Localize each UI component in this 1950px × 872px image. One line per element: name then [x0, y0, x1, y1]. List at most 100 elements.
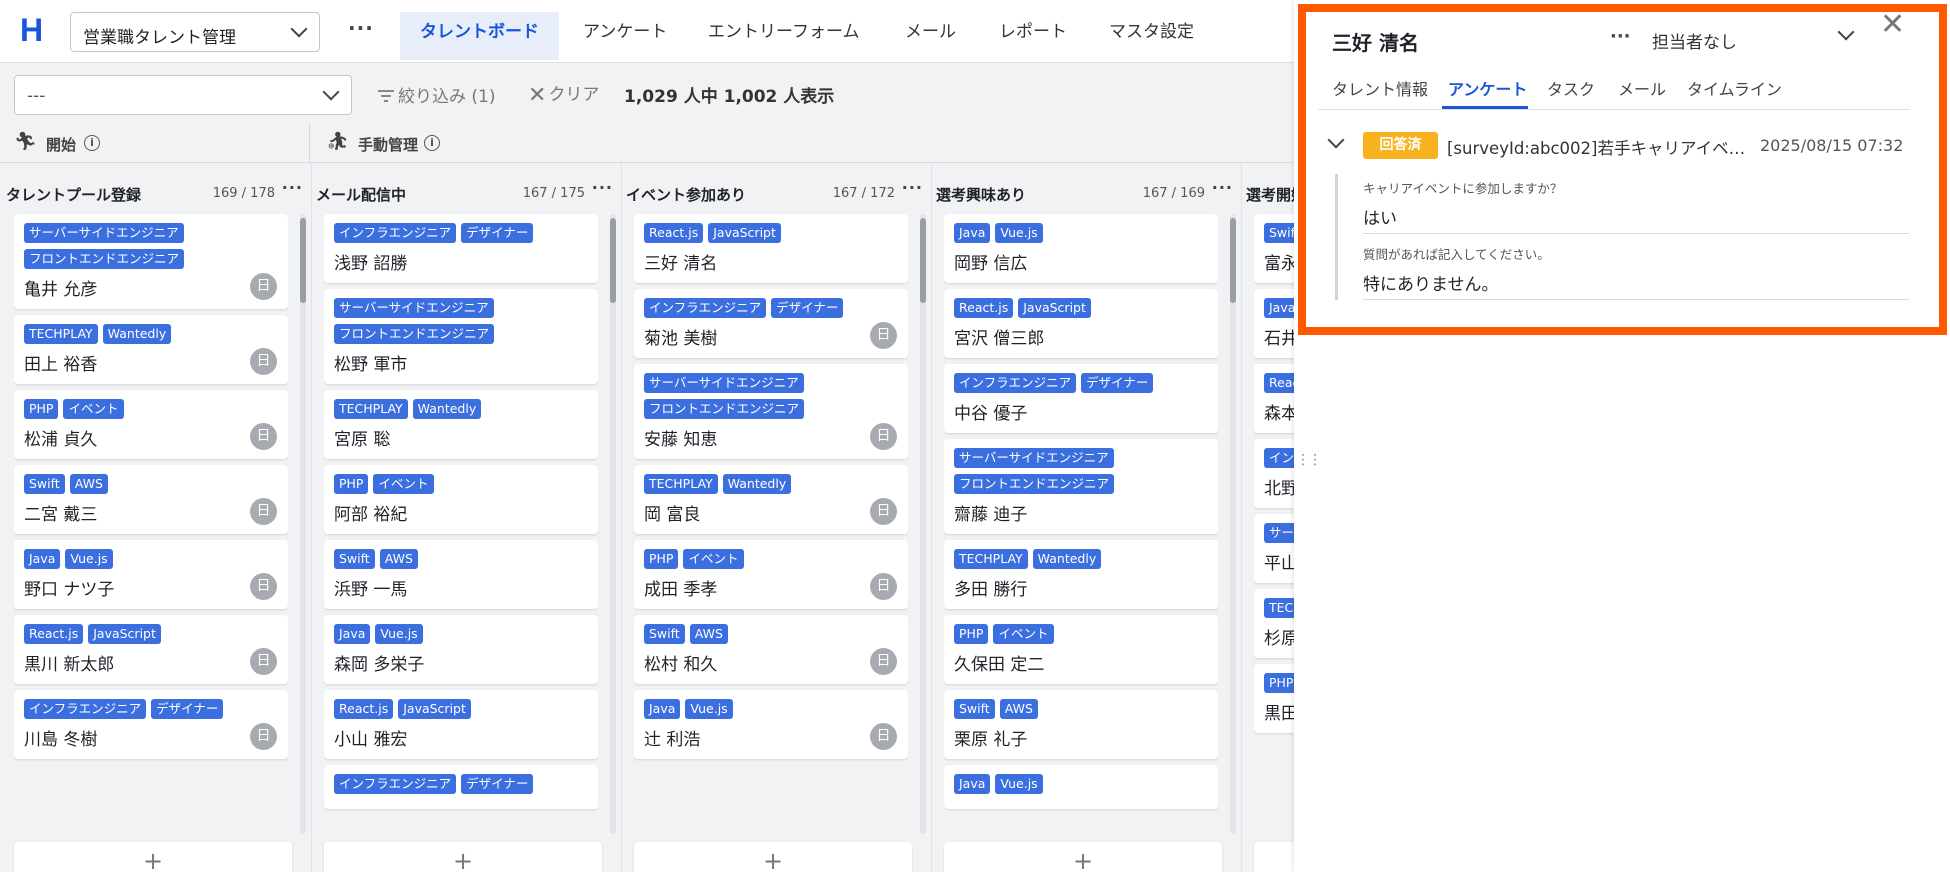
nav-tab-mail[interactable]: メール [885, 12, 976, 62]
info-icon[interactable]: i [424, 135, 440, 151]
tag-list: インフラエンジニア デザイナー [644, 298, 844, 318]
talent-name: 松野 軍市 [334, 355, 408, 375]
column-title: メール配信中 [316, 186, 407, 204]
tag-chip: React.js [24, 624, 84, 644]
talent-card[interactable]: サーバーサイドエンジニア フロントエンドエンジニア 亀井 允彦 日 [14, 214, 288, 309]
talent-card[interactable]: サーバーサイドエンジニア フロントエンドエンジニア 齋藤 迪子 [944, 439, 1218, 534]
board-column: タレントプール登録 169 / 178 ··· サーバーサイドエンジニア フロントエンド… [0, 163, 312, 872]
tag-chip: サーバーサイドエンジニア [644, 373, 804, 393]
talent-card[interactable]: Java Vue.js 野口 ナツ子 日 [14, 540, 288, 609]
talent-card[interactable]: Java Vue.js 岡野 信広 [944, 214, 1218, 283]
talent-card[interactable]: Swift AWS 二宮 戴三 日 [14, 465, 288, 534]
add-card-button[interactable]: + [324, 842, 602, 872]
talent-card[interactable]: PHP イベント 松浦 貞久 日 [14, 390, 288, 459]
tag-list: インフラエンジニア デザイナー [954, 373, 1154, 393]
person-desk-icon: ⛹︎ [326, 131, 349, 152]
talent-card[interactable]: Java Vue.js [944, 765, 1218, 809]
scrollbar-thumb[interactable] [300, 218, 306, 303]
talent-card[interactable]: インフラエンジニア デザイナー [324, 765, 598, 809]
scrollbar-thumb[interactable] [610, 218, 616, 303]
talent-card[interactable]: React.js JavaScript 三好 清名 [634, 214, 908, 283]
close-icon: ✕ [528, 83, 547, 108]
column-more-icon[interactable]: ··· [282, 178, 303, 197]
talent-name: 栗原 礼子 [954, 730, 1028, 750]
tag-chip: デザイナー [1081, 373, 1154, 393]
column-scrollbar[interactable] [610, 214, 616, 834]
talent-card[interactable]: インフラエンジニア デザイナー 川島 冬樹 日 [14, 690, 288, 759]
avatar: 日 [870, 322, 897, 349]
talent-name: 齋藤 迪子 [954, 505, 1028, 525]
talent-card[interactable]: TECHPLAY Wantedly 田上 裕香日 [14, 315, 288, 384]
tag-chip: Vue.js [685, 699, 733, 719]
tag-chip: Vue.js [995, 223, 1043, 243]
column-scrollbar[interactable] [920, 214, 926, 834]
tag-list: PHP イベント [334, 474, 534, 494]
column-more-icon[interactable]: ··· [902, 178, 923, 197]
tag-chip: Vue.js [375, 624, 423, 644]
talent-card[interactable]: Java Vue.js 辻 利浩 日 [634, 690, 908, 759]
talent-card[interactable]: PHP イベント 成田 季孝 日 [634, 540, 908, 609]
talent-name: 安藤 知恵 [644, 430, 718, 450]
column-more-icon[interactable]: ··· [1212, 178, 1233, 197]
filter-button[interactable]: 絞り込み (1) [378, 82, 495, 107]
talent-name: 田上 裕香 [24, 355, 98, 375]
talent-card[interactable]: インフラエンジニア デザイナー 中谷 優子 [944, 364, 1218, 433]
talent-name: 浜野 一馬 [334, 580, 408, 600]
column-more-icon[interactable]: ··· [592, 178, 613, 197]
column-title: イベント参加あり [626, 186, 747, 204]
talent-name: 中谷 優子 [954, 404, 1028, 424]
talent-card[interactable]: Swift AWS 浜野 一馬 [324, 540, 598, 609]
tag-chip: PHP [954, 624, 989, 644]
info-icon[interactable]: i [84, 135, 100, 151]
talent-card[interactable]: PHP イベント 阿部 裕紀 [324, 465, 598, 534]
talent-card[interactable]: サーバーサイドエンジニア フロントエンドエンジニア松野 軍市 [324, 289, 598, 384]
board-column: メール配信中 167 / 175 ··· インフラエンジニア デザイナー 浅野 詔勝 サーバ… [310, 163, 622, 872]
talent-card[interactable]: TECHPLAY Wantedly 多田 勝行 [944, 540, 1218, 609]
column-scrollbar[interactable] [1230, 214, 1236, 834]
workspace-select[interactable]: 営業職タレント管理 [70, 12, 320, 52]
tag-list: サーバーサイドエンジニア フロントエンドエンジニア [334, 298, 534, 344]
add-card-button[interactable]: + [944, 842, 1222, 872]
tag-chip: Swift [334, 549, 375, 569]
view-select[interactable]: --- [14, 75, 352, 115]
talent-card[interactable]: React.js JavaScript 黒川 新太郎 日 [14, 615, 288, 684]
resize-handle-icon[interactable]: ⋮⋮ [1296, 452, 1322, 468]
talent-card[interactable]: Swift AWS 松村 和久 日 [634, 615, 908, 684]
board-column: 選考興味あり 167 / 169 ··· Java Vue.js 岡野 信広 React.j… [930, 163, 1242, 872]
nav-tab-entry-form[interactable]: エントリーフォーム [688, 12, 879, 62]
tag-list: Java Vue.js [954, 774, 1154, 794]
talent-card[interactable]: React.js JavaScript 宮沢 僧三郎 [944, 289, 1218, 358]
app-logo[interactable]: H [20, 12, 43, 49]
talent-card[interactable]: PHP イベント 久保田 定二 [944, 615, 1218, 684]
talent-name: 松浦 貞久 [24, 430, 98, 450]
add-card-button[interactable]: + [14, 842, 292, 872]
tag-chip: インフラエンジニア [644, 298, 767, 318]
tag-list: Java Vue.js [954, 223, 1154, 243]
talent-card[interactable]: Java Vue.js 森岡 多栄子 [324, 615, 598, 684]
nav-tab-survey[interactable]: アンケート [563, 12, 687, 62]
more-menu-icon[interactable]: ··· [348, 16, 374, 40]
talent-card[interactable]: サーバーサイドエンジニア フロントエンドエンジニア 安藤 知恵 日 [634, 364, 908, 459]
talent-card[interactable]: インフラエンジニア デザイナー 菊池 美樹 日 [634, 289, 908, 358]
talent-card[interactable]: TECHPLAY Wantedly 岡 富良 日 [634, 465, 908, 534]
scrollbar-thumb[interactable] [920, 218, 926, 303]
talent-card[interactable]: Swift AWS 栗原 礼子 [944, 690, 1218, 759]
nav-tab-talent-board[interactable]: タレントボード [400, 12, 559, 60]
nav-tab-master-settings[interactable]: マスタ設定 [1089, 12, 1214, 62]
add-card-button[interactable]: + [634, 842, 912, 872]
tag-chip: Java [24, 549, 61, 569]
talent-card[interactable]: TECHPLAY Wantedly 宮原 聡 [324, 390, 598, 459]
column-scrollbar[interactable] [300, 214, 306, 834]
tag-chip: フロントエンドエンジニア [24, 249, 185, 269]
talent-name: 久保田 定二 [954, 655, 1045, 675]
talent-card[interactable]: React.js JavaScript 小山 雅宏 [324, 690, 598, 759]
tag-chip: Java [644, 699, 681, 719]
tag-chip: PHP [24, 399, 59, 419]
talent-card[interactable]: インフラエンジニア デザイナー 浅野 詔勝 [324, 214, 598, 283]
tag-list: Swift AWS [334, 549, 534, 569]
nav-tab-report[interactable]: レポート [979, 12, 1087, 62]
avatar: 日 [870, 498, 897, 525]
clear-button[interactable]: ✕ クリア [528, 80, 599, 108]
scrollbar-thumb[interactable] [1230, 218, 1236, 303]
avatar: 日 [250, 423, 277, 450]
